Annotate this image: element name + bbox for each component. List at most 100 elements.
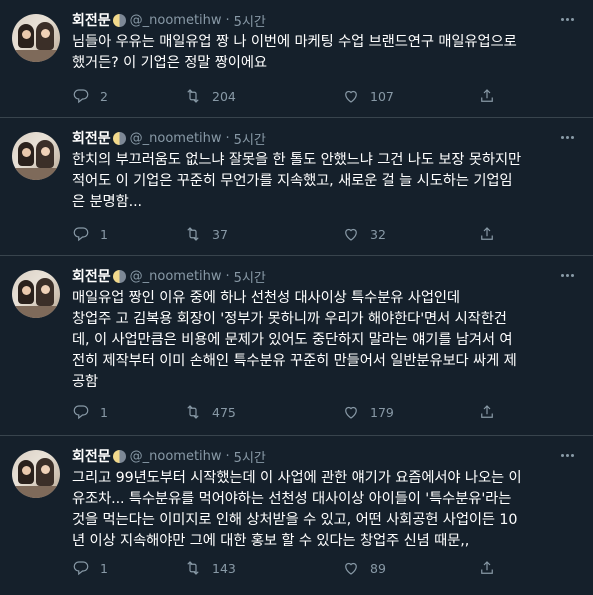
tweet-text: 님들아 우유는 매일유업 짱 나 이번에 마케팅 수업 브랜드연구 매일유업으로…: [72, 32, 587, 74]
separator-dot: ·: [225, 130, 230, 146]
tweet-header: 회전문 @_noometihw · 5시간: [72, 10, 266, 30]
tweet-text-line: 데, 이 사업만큼은 비용에 문제가 있어도 중단하지 말라는 얘기를 남겨서 …: [72, 332, 513, 348]
like-button[interactable]: 32: [342, 224, 386, 244]
retweet-count: 37: [212, 226, 228, 242]
share-button[interactable]: [478, 86, 506, 106]
reply-button[interactable]: 2: [72, 86, 110, 106]
tweet-text-line: 유조차... 특수분유를 먹어야하는 선천성 대사이상 아이들이 '특수분유'라…: [72, 491, 512, 507]
more-icon[interactable]: [557, 448, 577, 462]
display-name[interactable]: 회전문: [72, 10, 111, 30]
reply-count: 2: [100, 88, 108, 104]
reply-count: 1: [100, 226, 108, 242]
retweet-button[interactable]: 37: [184, 224, 228, 244]
tweet-text-line: 은 분명함...: [72, 194, 142, 210]
share-icon: [481, 561, 493, 574]
tweet[interactable]: 회전문 @_noometihw · 5시간 한치의 부끄러움도 없느냐 잘못을 …: [0, 118, 593, 256]
moon-emoji-icon: [112, 13, 126, 27]
avatar[interactable]: [12, 132, 60, 180]
like-count: 107: [370, 88, 394, 104]
tweet-actions: 2 204 107: [72, 86, 502, 106]
like-button[interactable]: 179: [342, 402, 394, 422]
like-count: 89: [370, 560, 386, 576]
like-count: 32: [370, 226, 386, 242]
share-icon: [481, 89, 493, 102]
reply-icon: [73, 561, 89, 576]
share-icon: [481, 405, 493, 418]
reply-icon: [73, 227, 89, 242]
user-handle[interactable]: @_noometihw: [130, 13, 222, 28]
tweet-text-line: 님들아 우유는 매일유업 짱 나 이번에 마케팅 수업 브랜드연구 매일유업으로: [72, 34, 517, 50]
retweet-count: 143: [212, 560, 236, 576]
tweet[interactable]: 회전문 @_noometihw · 5시간 매일유업 짱인 이유 중에 하나 선…: [0, 256, 593, 436]
tweet-text-line: 매일유업 짱인 이유 중에 하나 선천성 대사이상 특수분유 사업인데: [72, 290, 460, 306]
retweet-count: 204: [212, 88, 236, 104]
retweet-button[interactable]: 475: [184, 402, 236, 422]
tweet-actions: 1 475 179: [72, 402, 502, 422]
display-name[interactable]: 회전문: [72, 128, 111, 148]
tweet-text-line: 적어도 이 기업은 꾸준히 무언가를 지속했고, 새로운 걸 늘 시도하는 기업…: [72, 173, 513, 189]
heart-icon: [345, 406, 357, 419]
tweet-text: 매일유업 짱인 이유 중에 하나 선천성 대사이상 특수분유 사업인데 창업주 …: [72, 288, 587, 393]
retweet-icon: [187, 89, 199, 103]
display-name[interactable]: 회전문: [72, 446, 111, 466]
like-count: 179: [370, 404, 394, 420]
retweet-count: 475: [212, 404, 236, 420]
tweet-text-line: 했거든? 이 기업은 정말 짱이에요: [72, 55, 267, 71]
tweet-text-line: 한치의 부끄러움도 없느냐 잘못을 한 톨도 안했느냐 그건 나도 보장 못하지…: [72, 152, 522, 168]
heart-icon: [345, 90, 357, 103]
timestamp[interactable]: 5시간: [234, 447, 266, 466]
display-name[interactable]: 회전문: [72, 266, 111, 286]
tweet-text-line: 년 이상 지속해야만 그에 대한 홍보 할 수 있다는 창업주 신념 때문,,: [72, 533, 470, 549]
separator-dot: ·: [225, 448, 230, 464]
like-button[interactable]: 89: [342, 558, 386, 578]
tweet-actions: 1 37 32: [72, 224, 502, 244]
retweet-button[interactable]: 143: [184, 558, 236, 578]
reply-button[interactable]: 1: [72, 558, 110, 578]
moon-emoji-icon: [112, 131, 126, 145]
tweet-text-line: 전히 제작부터 이미 손해인 특수분유 꾸준히 만들어서 일반분유보다 싸게 제: [72, 353, 517, 369]
tweet-text: 한치의 부끄러움도 없느냐 잘못을 한 톨도 안했느냐 그건 나도 보장 못하지…: [72, 150, 587, 213]
moon-emoji-icon: [112, 269, 126, 283]
tweet-text-line: 창업주 고 김복용 회장이 '정부가 못하니까 우리가 해야한다'면서 시작한건: [72, 311, 507, 327]
more-icon[interactable]: [557, 12, 577, 26]
timestamp[interactable]: 5시간: [234, 11, 266, 30]
tweet[interactable]: 회전문 @_noometihw · 5시간 님들아 우유는 매일유업 짱 나 이…: [0, 0, 593, 118]
heart-icon: [345, 228, 357, 241]
tweet-actions: 1 143 89: [72, 558, 502, 578]
retweet-icon: [187, 561, 199, 575]
tweet-text-line: 그리고 99년도부터 시작했는데 이 사업에 관한 얘기가 요즘에서야 나오는 …: [72, 470, 522, 486]
reply-button[interactable]: 1: [72, 224, 110, 244]
more-icon[interactable]: [557, 130, 577, 144]
timestamp[interactable]: 5시간: [234, 267, 266, 286]
avatar[interactable]: [12, 450, 60, 498]
tweet-text: 그리고 99년도부터 시작했는데 이 사업에 관한 얘기가 요즘에서야 나오는 …: [72, 468, 587, 552]
share-button[interactable]: [478, 224, 506, 244]
more-icon[interactable]: [557, 268, 577, 282]
reply-count: 1: [100, 404, 108, 420]
heart-icon: [345, 562, 357, 575]
reply-icon: [73, 405, 89, 420]
retweet-button[interactable]: 204: [184, 86, 236, 106]
avatar[interactable]: [12, 14, 60, 62]
user-handle[interactable]: @_noometihw: [130, 269, 222, 284]
timestamp[interactable]: 5시간: [234, 129, 266, 148]
share-icon: [481, 227, 493, 240]
user-handle[interactable]: @_noometihw: [130, 449, 222, 464]
separator-dot: ·: [225, 268, 230, 284]
retweet-icon: [187, 405, 199, 419]
tweet-header: 회전문 @_noometihw · 5시간: [72, 266, 266, 286]
reply-count: 1: [100, 560, 108, 576]
tweet[interactable]: 회전문 @_noometihw · 5시간 그리고 99년도부터 시작했는데 이…: [0, 436, 593, 595]
tweet-text-line: 것을 먹는다는 이미지로 인해 상처받을 수 있고, 어떤 사회공헌 사업이든 …: [72, 512, 518, 528]
reply-icon: [73, 89, 89, 104]
share-button[interactable]: [478, 558, 506, 578]
retweet-icon: [187, 227, 199, 241]
user-handle[interactable]: @_noometihw: [130, 131, 222, 146]
separator-dot: ·: [225, 12, 230, 28]
tweet-header: 회전문 @_noometihw · 5시간: [72, 128, 266, 148]
share-button[interactable]: [478, 402, 506, 422]
reply-button[interactable]: 1: [72, 402, 110, 422]
like-button[interactable]: 107: [342, 86, 394, 106]
avatar[interactable]: [12, 270, 60, 318]
tweet-text-line: 공함: [72, 374, 99, 390]
